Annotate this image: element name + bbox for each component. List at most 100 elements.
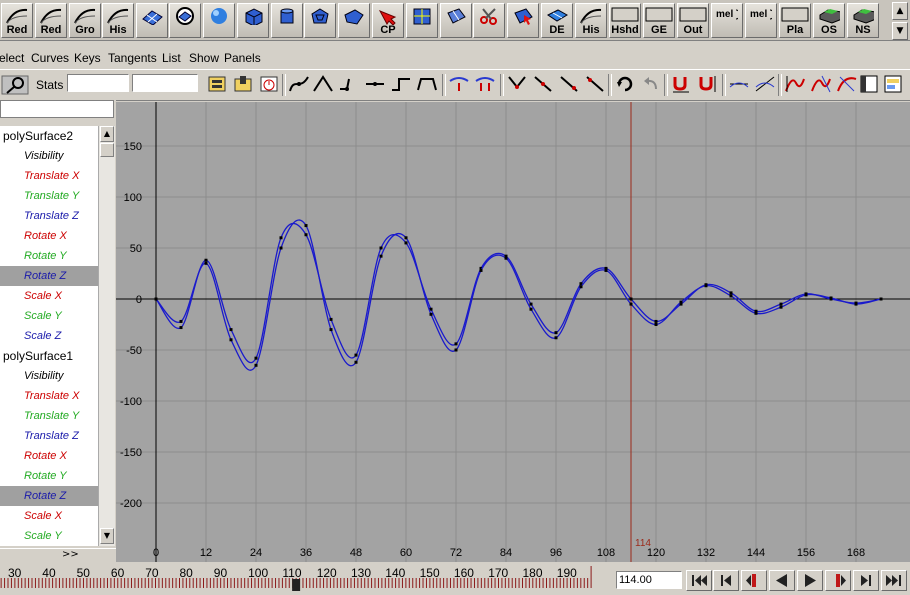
shelf-button-20[interactable]: GE — [643, 3, 675, 38]
outliner-attribute[interactable]: Translate X — [0, 386, 98, 406]
outliner-attribute[interactable]: Scale Y — [0, 526, 98, 546]
menu-list[interactable]: List — [162, 51, 181, 65]
outliner-attribute[interactable]: Translate X — [0, 166, 98, 186]
shelf-button-11[interactable] — [338, 3, 370, 38]
break-tangent-icon[interactable] — [506, 73, 528, 95]
menu-panels[interactable]: Panels — [224, 51, 261, 65]
play-forward-button[interactable] — [797, 570, 823, 591]
shelf-button-18[interactable]: His — [575, 3, 607, 38]
outliner-attribute[interactable]: Visibility — [0, 366, 98, 386]
outliner-object[interactable]: polySurface1 — [0, 346, 98, 366]
shelf-scroll[interactable]: ▲ ▼ — [892, 2, 908, 40]
isolate-icon[interactable] — [0, 74, 32, 96]
shelf-button-19[interactable]: Hshd — [609, 3, 641, 38]
shelf-button-4[interactable]: His — [102, 3, 134, 38]
frame-selection-icon[interactable] — [232, 73, 254, 95]
shelf-down-icon[interactable]: ▼ — [892, 22, 908, 40]
scroll-down-icon[interactable]: ▼ — [100, 528, 114, 544]
normalize-icon[interactable] — [728, 73, 750, 95]
shelf-button-14[interactable] — [440, 3, 472, 38]
shelf-button-17[interactable]: DE — [541, 3, 573, 38]
outliner-attribute[interactable]: Rotate Y — [0, 246, 98, 266]
outliner-scrollbar[interactable]: ▲ ▼ — [98, 126, 115, 546]
menu-keys[interactable]: Keys — [74, 51, 101, 65]
shelf-button-2[interactable]: Red — [35, 3, 67, 38]
trax-editor-icon[interactable] — [882, 73, 904, 95]
lock-weight-icon[interactable] — [558, 73, 580, 95]
shelf-button-3[interactable]: Gro — [69, 3, 101, 38]
unify-tangent-icon[interactable] — [532, 73, 554, 95]
step-forward-key-button[interactable] — [825, 570, 851, 591]
shelf-button-7[interactable] — [203, 3, 235, 38]
outliner-attribute[interactable]: Rotate Y — [0, 466, 98, 486]
shelf-button-16[interactable] — [507, 3, 539, 38]
shelf-button-13[interactable] — [406, 3, 438, 38]
outliner-attribute[interactable]: Rotate X — [0, 226, 98, 246]
outliner-attribute[interactable]: Translate Y — [0, 406, 98, 426]
shelf-button-24[interactable]: Pla — [779, 3, 811, 38]
undo-icon[interactable] — [640, 73, 662, 95]
cycle-icon[interactable] — [614, 73, 636, 95]
shelf-button-26[interactable]: NS — [847, 3, 879, 38]
outliner-attribute[interactable]: Translate Z — [0, 206, 98, 226]
outliner-list[interactable]: polySurface2 Visibility Translate X Transla… — [0, 126, 98, 546]
shelf-button-10[interactable] — [304, 3, 336, 38]
menu-show[interactable]: Show — [189, 51, 219, 65]
curve-graph[interactable]: 0122436486072849610812013214415616815010… — [116, 102, 910, 562]
play-backward-button[interactable] — [769, 570, 795, 591]
time-slider[interactable]: 30 40 50 60 70 80 90 100 110 120 130 140 150 160 170 18… — [0, 564, 614, 592]
step-back-key-button[interactable] — [741, 570, 767, 591]
magnet-snap-time-icon[interactable] — [670, 73, 692, 95]
pre-infinity-icon[interactable] — [784, 73, 806, 95]
linear-tangent-icon[interactable] — [312, 73, 334, 95]
outliner-attribute[interactable]: Visibility — [0, 146, 98, 166]
menu-tangents[interactable]: Tangents — [108, 51, 157, 65]
shelf-button-21[interactable]: Out — [677, 3, 709, 38]
spline-tangent-icon[interactable] — [288, 73, 310, 95]
shelf-button-23[interactable]: mel — [745, 3, 777, 38]
stats-field-1[interactable] — [67, 74, 129, 92]
step-forward-button[interactable] — [853, 570, 879, 591]
outliner-attribute[interactable]: Rotate Z — [0, 486, 98, 506]
expand-button[interactable]: >> — [62, 549, 79, 560]
plateau-tangent-icon[interactable] — [416, 73, 438, 95]
go-to-start-button[interactable] — [686, 570, 712, 591]
shelf-button-25[interactable]: OS — [813, 3, 845, 38]
outliner-attribute[interactable]: Scale X — [0, 286, 98, 306]
magnet-snap-value-icon[interactable] — [696, 73, 718, 95]
swap-buffer-icon[interactable] — [474, 73, 496, 95]
go-to-end-button[interactable] — [881, 570, 907, 591]
shelf-button-6[interactable] — [169, 3, 201, 38]
menu-elect[interactable]: elect — [0, 51, 24, 65]
shelf-button-5[interactable] — [136, 3, 168, 38]
shelf-button-12[interactable]: CP — [372, 3, 404, 38]
frame-playback-icon[interactable] — [258, 73, 280, 95]
step-tangent-icon[interactable] — [390, 73, 412, 95]
outliner-attribute[interactable]: Scale Y — [0, 306, 98, 326]
shelf-button-9[interactable] — [271, 3, 303, 38]
outliner-attribute[interactable]: Translate Y — [0, 186, 98, 206]
frame-all-icon[interactable] — [206, 73, 228, 95]
shelf-button-22[interactable]: mel — [711, 3, 743, 38]
outliner-attribute[interactable]: Scale Z — [0, 326, 98, 346]
outliner-object[interactable]: polySurface2 — [0, 126, 98, 146]
outliner-attribute[interactable]: Rotate X — [0, 446, 98, 466]
current-time-field[interactable]: 114.00 — [616, 571, 682, 589]
shelf-button-8[interactable] — [237, 3, 269, 38]
clamped-tangent-icon[interactable] — [338, 73, 360, 95]
shelf-button-1[interactable]: Red — [1, 3, 33, 38]
outliner-attribute[interactable]: Scale X — [0, 506, 98, 526]
buffer-curve-icon[interactable] — [448, 73, 470, 95]
outliner-filter-field[interactable] — [0, 100, 114, 118]
stats-field-2[interactable] — [132, 74, 198, 92]
menu-curves[interactable]: Curves — [31, 51, 69, 65]
curve-tangent-icon[interactable] — [836, 73, 858, 95]
shelf-up-icon[interactable]: ▲ — [892, 2, 908, 20]
step-back-button[interactable] — [713, 570, 739, 591]
graph-view[interactable]: 0122436486072849610812013214415616815010… — [116, 102, 910, 562]
scroll-thumb[interactable] — [100, 143, 114, 157]
post-infinity-icon[interactable] — [810, 73, 832, 95]
shelf-button-15[interactable] — [473, 3, 505, 38]
dope-sheet-icon[interactable] — [858, 73, 880, 95]
outliner-attribute[interactable]: Rotate Z — [0, 266, 98, 286]
